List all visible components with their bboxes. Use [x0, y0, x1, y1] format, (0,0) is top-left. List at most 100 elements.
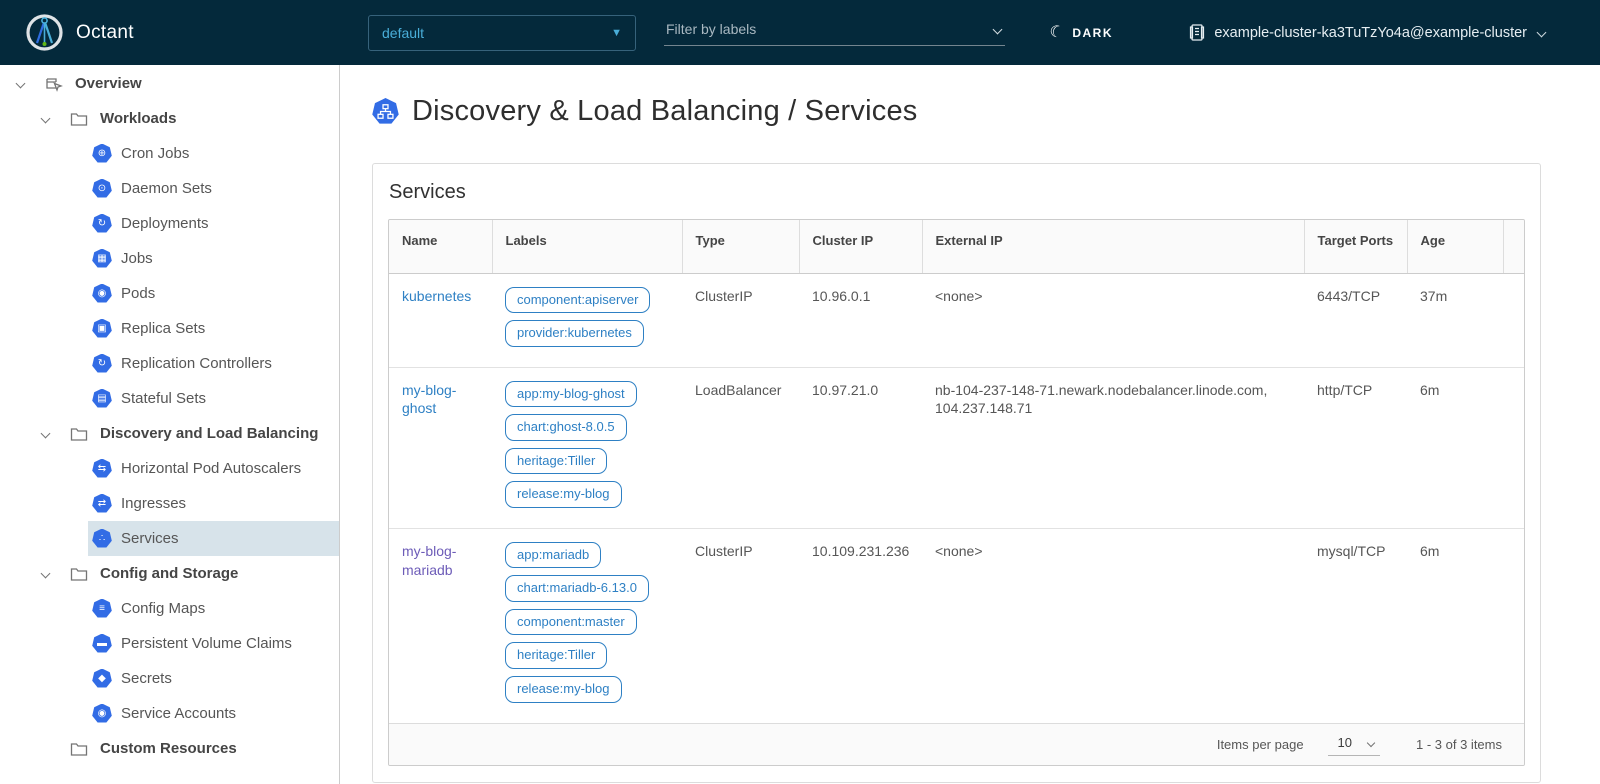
- label-tag[interactable]: provider:kubernetes: [505, 320, 644, 347]
- table-header-row: Name Labels Type Cluster IP External IP …: [389, 220, 1524, 273]
- age-cell: 6m: [1407, 528, 1503, 722]
- namespace-value: default: [382, 25, 424, 41]
- deployments-icon: ↻: [92, 214, 112, 234]
- column-header-name: Name: [389, 220, 492, 273]
- octant-app: Octant default ▼ ☾ DARK example-cluster-…: [0, 0, 1600, 784]
- labels-cell: app:my-blog-ghost chart:ghost-8.0.5 heri…: [492, 367, 682, 528]
- label-tag[interactable]: app:my-blog-ghost: [505, 381, 637, 408]
- services-icon: ∴: [92, 529, 112, 549]
- cluster-context-selector[interactable]: example-cluster-ka3TuTzYo4a@example-clus…: [1189, 0, 1545, 65]
- label-tag[interactable]: app:mariadb: [505, 542, 601, 569]
- daemon-sets-icon: ⊙: [92, 179, 112, 199]
- cluster-icon: [1189, 24, 1205, 41]
- age-cell: 37m: [1407, 273, 1503, 367]
- label-tag[interactable]: component:master: [505, 609, 637, 636]
- sidebar-group-config-and-storage[interactable]: Config and Storage: [0, 556, 339, 591]
- labels-cell: app:mariadb chart:mariadb-6.13.0 compone…: [492, 528, 682, 722]
- label-tag[interactable]: chart:mariadb-6.13.0: [505, 575, 649, 602]
- label-tag[interactable]: release:my-blog: [505, 481, 622, 508]
- secrets-icon: ◆: [92, 669, 112, 689]
- replica-sets-icon: ▣: [92, 319, 112, 339]
- dark-theme-toggle[interactable]: ☾ DARK: [1049, 0, 1113, 65]
- cluster-ip-cell: 10.96.0.1: [799, 273, 922, 367]
- cluster-context-label: example-cluster-ka3TuTzYo4a@example-clus…: [1214, 25, 1527, 41]
- sidebar-item-replication-controllers[interactable]: ↻ Replication Controllers: [88, 346, 339, 381]
- label-tag[interactable]: chart:ghost-8.0.5: [505, 414, 627, 441]
- sidebar-item-secrets[interactable]: ◆ Secrets: [88, 661, 339, 696]
- name-cell: kubernetes: [389, 273, 492, 367]
- main-content: Discovery & Load Balancing / Services Se…: [341, 65, 1600, 784]
- type-cell: ClusterIP: [682, 273, 799, 367]
- page-title: Discovery & Load Balancing / Services: [412, 95, 917, 128]
- service-link[interactable]: kubernetes: [402, 288, 471, 304]
- sidebar-item-overview[interactable]: Overview: [0, 66, 339, 101]
- column-header-cluster-ip: Cluster IP: [799, 220, 922, 273]
- cluster-ip-cell: 10.109.231.236: [799, 528, 922, 722]
- service-link[interactable]: my-blog-mariadb: [402, 543, 456, 578]
- external-ip-cell: <none>: [922, 273, 1304, 367]
- service-link[interactable]: my-blog-ghost: [402, 382, 456, 417]
- folder-icon: [70, 565, 88, 583]
- chevron-down-icon[interactable]: [40, 569, 50, 579]
- sidebar-item-cron-jobs[interactable]: ⊕ Cron Jobs: [88, 136, 339, 171]
- age-cell: 6m: [1407, 367, 1503, 528]
- column-header-external-ip: External IP: [922, 220, 1304, 273]
- sidebar-group-custom-resources[interactable]: Custom Resources: [0, 731, 339, 766]
- type-cell: ClusterIP: [682, 528, 799, 722]
- labels-cell: component:apiserver provider:kubernetes: [492, 273, 682, 367]
- table-row: my-blog-ghost app:my-blog-ghost chart:gh…: [389, 367, 1524, 528]
- pods-icon: ◉: [92, 284, 112, 304]
- page-header: Discovery & Load Balancing / Services: [372, 95, 1541, 128]
- sidebar-item-horizontal-pod-autoscalers[interactable]: ⇆ Horizontal Pod Autoscalers: [88, 451, 339, 486]
- chevron-down-icon[interactable]: [40, 429, 50, 439]
- label-tag[interactable]: heritage:Tiller: [505, 448, 607, 475]
- chevron-down-icon: [1367, 738, 1375, 746]
- label-tag[interactable]: heritage:Tiller: [505, 642, 607, 669]
- replication-controllers-icon: ↻: [92, 354, 112, 374]
- sidebar-item-services[interactable]: ∴ Services: [88, 521, 339, 556]
- sidebar-item-stateful-sets[interactable]: ▤ Stateful Sets: [88, 381, 339, 416]
- namespace-select[interactable]: default ▼: [368, 15, 636, 51]
- chevron-down-icon[interactable]: [15, 79, 25, 89]
- label-tag[interactable]: component:apiserver: [505, 287, 650, 314]
- octant-logo-icon: [26, 14, 63, 51]
- sidebar-item-pods[interactable]: ◉ Pods: [88, 276, 339, 311]
- type-cell: LoadBalancer: [682, 367, 799, 528]
- app-header: Octant default ▼ ☾ DARK example-cluster-…: [0, 0, 1600, 65]
- sidebar-group-workloads[interactable]: Workloads: [0, 101, 339, 136]
- app-title: Octant: [76, 0, 134, 65]
- services-table: Name Labels Type Cluster IP External IP …: [389, 220, 1524, 723]
- items-per-page-label: Items per page: [1217, 737, 1304, 752]
- sidebar-item-daemon-sets[interactable]: ⊙ Daemon Sets: [88, 171, 339, 206]
- chevron-down-icon[interactable]: [40, 114, 50, 124]
- moon-icon: ☾: [1047, 23, 1065, 42]
- sidebar-item-service-accounts[interactable]: ◉ Service Accounts: [88, 696, 339, 731]
- folder-icon: [70, 740, 88, 758]
- jobs-icon: ▦: [92, 249, 112, 269]
- card-title: Services: [388, 164, 1525, 219]
- services-datagrid: Name Labels Type Cluster IP External IP …: [388, 219, 1525, 766]
- column-header-target-ports: Target Ports: [1304, 220, 1407, 273]
- external-ip-cell: nb-104-237-148-71.newark.nodebalancer.li…: [922, 367, 1304, 528]
- sidebar-item-config-maps[interactable]: ≡ Config Maps: [88, 591, 339, 626]
- sidebar-item-ingresses[interactable]: ⇄ Ingresses: [88, 486, 339, 521]
- label-tag[interactable]: release:my-blog: [505, 676, 622, 703]
- stateful-sets-icon: ▤: [92, 389, 112, 409]
- sidebar-item-replica-sets[interactable]: ▣ Replica Sets: [88, 311, 339, 346]
- label-filter-input[interactable]: [664, 18, 1005, 46]
- pagination-range: 1 - 3 of 3 items: [1416, 737, 1502, 752]
- external-ip-cell: <none>: [922, 528, 1304, 722]
- column-header-age: Age: [1407, 220, 1503, 273]
- table-row: kubernetes component:apiserver provider:…: [389, 273, 1524, 367]
- target-ports-cell: http/TCP: [1304, 367, 1407, 528]
- sidebar-group-discovery-load-balancing[interactable]: Discovery and Load Balancing: [0, 416, 339, 451]
- sidebar-item-jobs[interactable]: ▦ Jobs: [88, 241, 339, 276]
- service-accounts-icon: ◉: [92, 704, 112, 724]
- caret-down-icon: ▼: [611, 27, 622, 39]
- applications-icon: [45, 75, 63, 93]
- sidebar-item-deployments[interactable]: ↻ Deployments: [88, 206, 339, 241]
- horizontal-pod-autoscalers-icon: ⇆: [92, 459, 112, 479]
- sidebar-nav: Overview Workloads ⊕ Cron Jobs ⊙ Daemon …: [0, 65, 340, 784]
- sidebar-item-persistent-volume-claims[interactable]: ▬ Persistent Volume Claims: [88, 626, 339, 661]
- items-per-page-select[interactable]: 10: [1328, 732, 1380, 756]
